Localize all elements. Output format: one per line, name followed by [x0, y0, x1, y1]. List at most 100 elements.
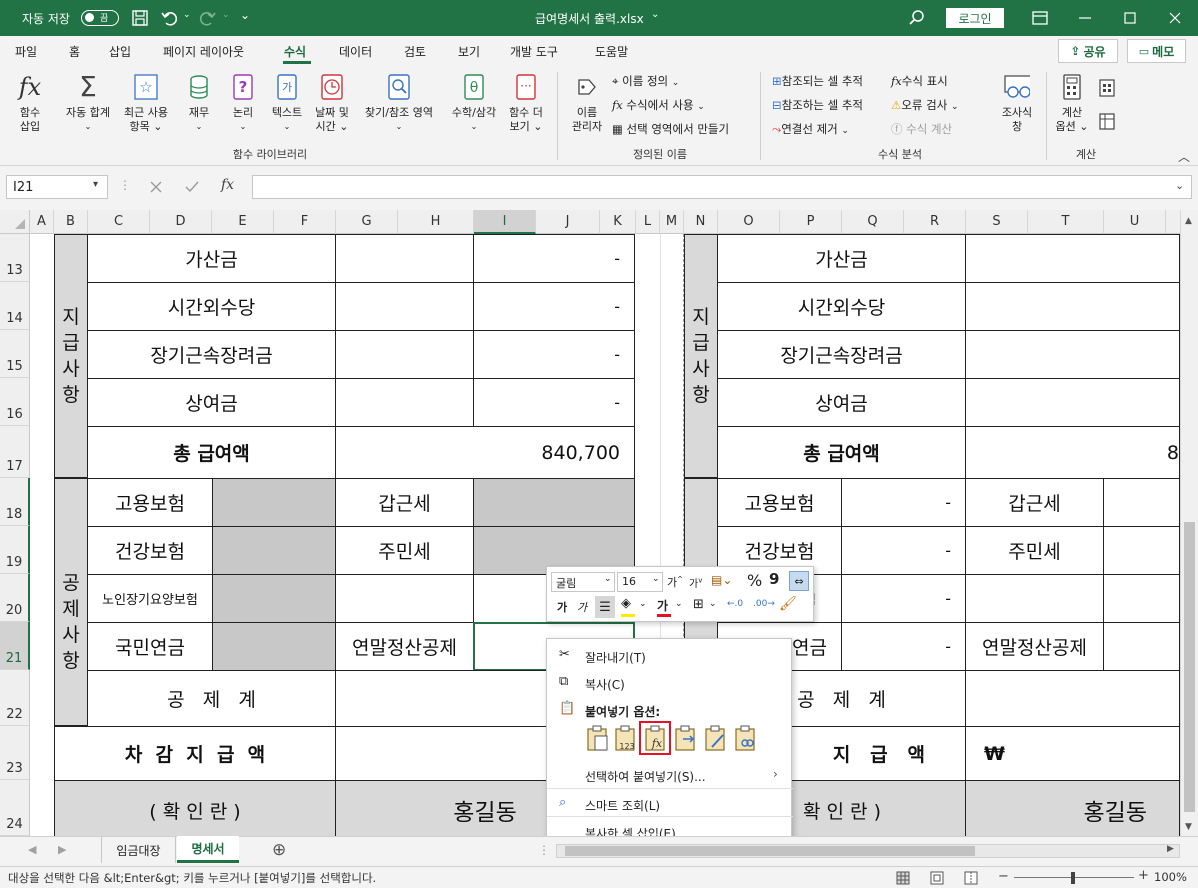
autosave-toggle[interactable]: 끔: [81, 10, 119, 26]
save-icon[interactable]: [131, 9, 149, 27]
column-header[interactable]: D: [150, 210, 212, 234]
define-name-button[interactable]: ⌖ 이름 정의 ⌄: [612, 73, 679, 89]
pay-item-cell[interactable]: [335, 378, 474, 427]
deduct-value-cell[interactable]: [212, 478, 336, 527]
tab-home[interactable]: 홈: [69, 43, 80, 60]
deduct-label[interactable]: 노인장기요양보험: [87, 574, 213, 623]
pay-item-label[interactable]: 장기근속장려금: [87, 330, 336, 379]
paste-icon[interactable]: [585, 725, 609, 751]
column-header[interactable]: J: [536, 210, 600, 234]
remove-arrows-button[interactable]: ⤳연결선 제거 ⌄: [772, 121, 849, 137]
math-button[interactable]: θ 수학/삼각 ⌄: [446, 72, 502, 134]
total-pay-value[interactable]: 840,700: [335, 426, 635, 479]
paste-formulas-icon[interactable]: fx: [643, 725, 667, 751]
row-header[interactable]: 22: [0, 670, 30, 726]
italic-icon[interactable]: 가: [577, 599, 587, 615]
tab-page-layout[interactable]: 페이지 레이아웃: [163, 43, 244, 60]
pay-item-value[interactable]: -: [473, 282, 635, 331]
menu-item-paste-special[interactable]: 선택하여 붙여넣기(S)... ›: [547, 765, 793, 787]
expand-formula-bar-icon[interactable]: ⌄: [1175, 179, 1184, 192]
pay-item-cell[interactable]: [965, 378, 1180, 427]
column-header[interactable]: U: [1104, 210, 1166, 234]
add-sheet-icon[interactable]: ⊕: [272, 840, 286, 860]
accounting-format-icon[interactable]: ▤⌄: [711, 573, 732, 587]
trace-precedents-button[interactable]: ⊞참조되는 셀 추적: [772, 73, 863, 89]
text-button[interactable]: 가 텍스트 ⌄: [268, 72, 306, 134]
deduct-label[interactable]: 갑근세: [335, 478, 474, 527]
column-header[interactable]: F: [274, 210, 336, 234]
tab-view[interactable]: 보기: [458, 43, 480, 60]
zoom-in-icon[interactable]: +: [1138, 868, 1149, 883]
datetime-button[interactable]: 날짜 및 시간 ⌄: [311, 72, 353, 134]
column-header[interactable]: G: [336, 210, 398, 234]
pay-item-cell[interactable]: [965, 330, 1180, 379]
row-header[interactable]: 13: [0, 234, 30, 282]
column-header-selected[interactable]: I: [474, 210, 536, 234]
align-center-icon[interactable]: ☰: [595, 596, 615, 618]
row-header[interactable]: 23: [0, 726, 30, 780]
share-button[interactable]: ⇪ 공유: [1058, 39, 1118, 63]
tab-formulas[interactable]: 수식: [284, 43, 306, 60]
column-header[interactable]: N: [684, 210, 718, 234]
column-header[interactable]: P: [780, 210, 842, 234]
deduct-label[interactable]: 연말정산공제: [965, 622, 1104, 671]
row-header-selected[interactable]: 21: [0, 622, 30, 670]
tab-developer[interactable]: 개발 도구: [510, 43, 558, 60]
tab-split-icon[interactable]: ⋮: [538, 843, 550, 857]
confirm-name[interactable]: 홍길동: [965, 780, 1180, 836]
deduct-value-cell[interactable]: [1103, 574, 1180, 623]
deduct-sum-value[interactable]: [965, 670, 1180, 727]
title-dropdown-icon[interactable]: ⌄: [651, 9, 659, 20]
pay-item-cell[interactable]: [335, 234, 474, 283]
deduct-value-cell[interactable]: [1103, 478, 1180, 527]
fill-color-dropdown-icon[interactable]: ⌄: [639, 599, 647, 609]
deduct-label[interactable]: 고용보험: [87, 478, 213, 527]
deduct-label[interactable]: 갑근세: [965, 478, 1104, 527]
close-icon[interactable]: [1167, 10, 1183, 26]
deduct-sum-label[interactable]: 공 제 계: [87, 670, 336, 727]
column-header[interactable]: L: [636, 210, 660, 234]
deduct-label[interactable]: 주민세: [335, 526, 474, 575]
percent-icon[interactable]: %: [747, 571, 762, 590]
calc-now-icon[interactable]: [1099, 79, 1115, 97]
maximize-icon[interactable]: [1122, 10, 1138, 26]
row-header[interactable]: 18: [0, 478, 30, 526]
zoom-out-icon[interactable]: −: [998, 869, 1009, 884]
autosum-button[interactable]: Σ 자동 합계 ⌄: [60, 72, 116, 134]
search-icon[interactable]: [908, 9, 926, 27]
undo-icon[interactable]: [160, 9, 178, 27]
deduct-value-cell[interactable]: [212, 574, 336, 623]
pay-item-cell[interactable]: [335, 330, 474, 379]
normal-view-icon[interactable]: [896, 871, 910, 885]
worksheet-grid[interactable]: A B C D E F G H I J K L M N O P Q R S T …: [0, 210, 1198, 836]
scroll-up-icon[interactable]: ▲: [1185, 216, 1192, 226]
horizontal-scrollbar[interactable]: ▶: [556, 844, 1180, 858]
paste-link-icon[interactable]: [733, 725, 757, 751]
menu-item-copy[interactable]: ⧉ 복사(C): [547, 672, 793, 694]
pay-item-label[interactable]: 장기근속장려금: [717, 330, 966, 379]
lookup-button[interactable]: 찾기/참조 영역 ⌄: [358, 72, 440, 134]
row-header[interactable]: 20: [0, 574, 30, 622]
net-pay-value[interactable]: ₩: [965, 726, 1180, 781]
insert-function-fx-icon[interactable]: fx: [221, 177, 234, 193]
deduct-value[interactable]: -: [841, 622, 966, 671]
pay-item-value[interactable]: -: [473, 234, 635, 283]
deduct-value-cell[interactable]: [1103, 622, 1180, 671]
use-in-formula-button[interactable]: fx 수식에서 사용 ⌄: [612, 97, 705, 113]
collapse-ribbon-icon[interactable]: ︿: [1178, 148, 1190, 165]
column-header[interactable]: H: [398, 210, 474, 234]
deduct-value-cell[interactable]: [1103, 526, 1180, 575]
zoom-level[interactable]: 100%: [1154, 870, 1187, 884]
pay-item-label[interactable]: 가산금: [717, 234, 966, 283]
deduct-label[interactable]: [335, 574, 474, 623]
borders-icon[interactable]: ⊞: [693, 597, 704, 612]
comma-style-icon[interactable]: 9: [769, 570, 779, 588]
column-header[interactable]: M: [660, 210, 684, 234]
decrease-font-icon[interactable]: 가v: [689, 575, 702, 590]
net-pay-label[interactable]: 차 감 지 급 액: [54, 726, 336, 781]
increase-decimal-icon[interactable]: ←.0: [727, 599, 743, 609]
tab-file[interactable]: 파일: [15, 43, 37, 60]
column-header[interactable]: C: [88, 210, 150, 234]
fill-color-icon[interactable]: ◈: [621, 596, 631, 611]
name-box[interactable]: I21 ▾: [6, 175, 108, 199]
